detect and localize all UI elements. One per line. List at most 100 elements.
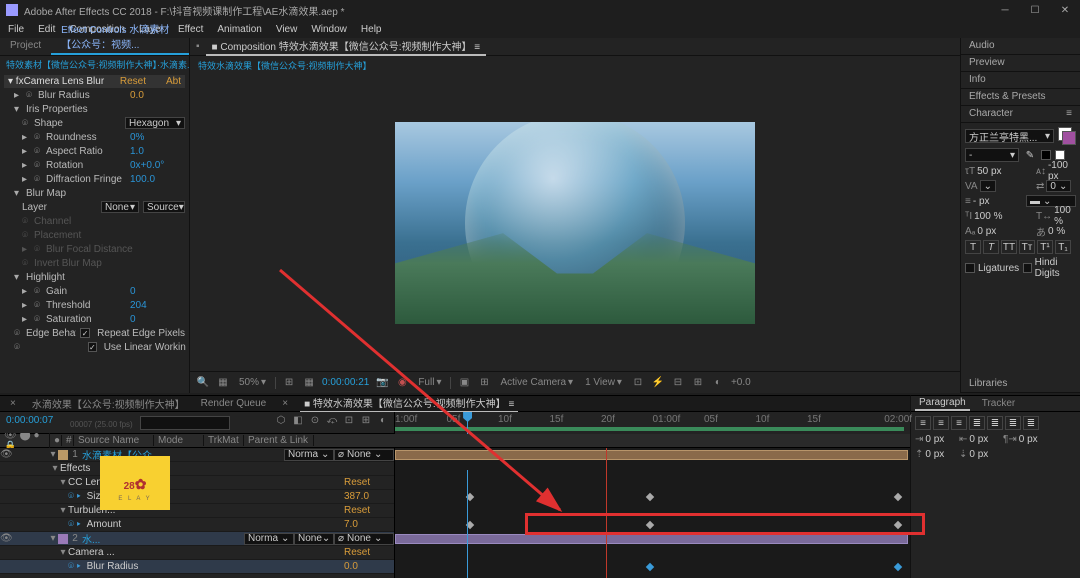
panel-menu-icon[interactable]: ≡	[1066, 108, 1072, 120]
justify-right[interactable]: ≣	[1005, 416, 1021, 430]
prop-diffraction[interactable]: Diffraction Fringe	[46, 174, 126, 185]
prop-shape[interactable]: Shape	[34, 118, 121, 129]
prop-saturation[interactable]: Saturation	[46, 314, 126, 325]
tl-tab-3[interactable]: ■ 特效水滴效果【微信公众号:视频制作大神】 ≡	[300, 394, 518, 413]
snapshot-icon[interactable]: 📷	[375, 376, 389, 390]
val-aspect[interactable]: 1.0	[130, 146, 185, 157]
tl-icon-4[interactable]: ⤽	[325, 415, 339, 426]
tl-icon-6[interactable]: ⊞	[359, 415, 373, 426]
res-icon[interactable]: ⊞	[282, 376, 296, 390]
transparency-icon[interactable]: ▦	[302, 376, 316, 390]
swap-swatch[interactable]	[1041, 150, 1051, 160]
tab-info[interactable]: Info	[961, 72, 1080, 89]
font-dropdown[interactable]: 方正兰亭特黑...▾	[965, 129, 1054, 143]
chk-ligatures[interactable]	[965, 263, 975, 273]
fast-preview-icon[interactable]: ⚡	[651, 376, 665, 390]
menu-window[interactable]: Window	[311, 24, 347, 35]
menu-file[interactable]: File	[8, 24, 24, 35]
work-area[interactable]	[395, 427, 904, 431]
playhead[interactable]	[467, 412, 468, 434]
maximize-button[interactable]: ☐	[1020, 0, 1050, 20]
tl-tab-1[interactable]: 水滴效果【公众号:视频制作大神】	[28, 395, 189, 412]
select-shape[interactable]: Hexagon▾	[125, 117, 185, 129]
tab-tracker[interactable]: Tracker	[978, 397, 1020, 410]
col-trkmat[interactable]: TrkMat	[204, 435, 244, 446]
kerning-val[interactable]: ⌄	[980, 180, 996, 192]
time-ruler[interactable]: 1:00f 05f 10f 15f 20f 01:00f 05f 10f 15f…	[395, 412, 910, 434]
stroke-width[interactable]: - px	[973, 196, 990, 207]
menu-view[interactable]: View	[276, 24, 298, 35]
guides-icon[interactable]: ⊞	[477, 376, 491, 390]
val-saturation[interactable]: 0	[130, 314, 185, 325]
select-source[interactable]: Source▾	[143, 201, 185, 213]
magnify-icon[interactable]: 🔍	[196, 376, 210, 390]
quality-dropdown[interactable]: Full▾	[415, 377, 444, 388]
comp-tab[interactable]: ■ Composition 特效水滴效果【微信公众号:视频制作大神】 ≡	[206, 37, 487, 56]
col-parent[interactable]: Parent & Link	[244, 435, 314, 446]
tl-icon-1[interactable]: ⬡	[274, 415, 288, 426]
prop-camera-blur-radius[interactable]: ⌾ ▸Blur Radius0.0	[0, 560, 394, 574]
effect-cclens[interactable]: ▾CC LensReset	[0, 476, 394, 490]
superscript-button[interactable]: T¹	[1037, 240, 1053, 254]
effect-camera-lens[interactable]: ▾Camera ...Reset	[0, 546, 394, 560]
val-diffraction[interactable]: 100.0	[130, 174, 185, 185]
select-layer[interactable]: None▾	[101, 201, 139, 213]
chk-repeat-edge[interactable]: ✓	[80, 328, 90, 338]
flowchart-icon[interactable]: ⊞	[691, 376, 705, 390]
prop-rotation[interactable]: Rotation	[46, 160, 126, 171]
chk-linear[interactable]: ✓	[88, 342, 97, 352]
tl-icon-5[interactable]: ⊡	[342, 415, 356, 426]
layer2-trkmat[interactable]: None⌄	[294, 533, 334, 545]
tl-icon-3[interactable]: ⊙	[308, 415, 322, 426]
col-source[interactable]: Source Name	[74, 435, 154, 446]
align-left[interactable]: ≡	[915, 416, 931, 430]
prop-gain[interactable]: Gain	[46, 286, 126, 297]
comp-breadcrumb[interactable]: 特效水滴效果【微信公众号:视频制作大神】	[190, 56, 960, 75]
prop-highlight[interactable]: Highlight	[26, 272, 185, 283]
smallcaps-button[interactable]: Tᴛ	[1019, 240, 1035, 254]
views-dropdown[interactable]: 1 View▾	[582, 377, 625, 388]
ec-reset[interactable]: Reset	[120, 76, 146, 87]
leading[interactable]: -100 px	[1048, 160, 1076, 182]
italic-button[interactable]: T	[983, 240, 999, 254]
prop-turb-amount[interactable]: ⌾ ▸Amount7.0	[0, 518, 394, 532]
zoom-dropdown[interactable]: 50%▾	[236, 377, 269, 388]
prop-blur-radius[interactable]: Blur Radius	[38, 90, 126, 101]
ec-effect-header[interactable]: ▾ fx Camera Lens Blur Reset Abt	[4, 75, 185, 88]
ec-layer-crumb[interactable]: 特效素材【微信公众号:视频制作大神】·水滴素...	[0, 56, 189, 73]
indent-first[interactable]: 0 px	[1019, 434, 1038, 445]
tab-project[interactable]: Project	[0, 38, 51, 55]
bold-button[interactable]: T	[965, 240, 981, 254]
close-button[interactable]: ✕	[1050, 0, 1080, 20]
hscale[interactable]: 100 %	[1054, 205, 1076, 227]
ec-about[interactable]: Abt	[166, 76, 181, 87]
menu-help[interactable]: Help	[361, 24, 382, 35]
composition-viewer[interactable]	[190, 75, 960, 371]
tab-paragraph[interactable]: Paragraph	[915, 396, 970, 411]
prop-threshold[interactable]: Threshold	[46, 300, 126, 311]
timeline-icon[interactable]: ⊟	[671, 376, 685, 390]
align-right[interactable]: ≡	[951, 416, 967, 430]
layer1-mode[interactable]: Norma⌄	[284, 449, 334, 461]
justify-center[interactable]: ≣	[987, 416, 1003, 430]
indent-right[interactable]: 0 px	[969, 434, 988, 445]
val-rotation[interactable]: 0x+0.0°	[130, 160, 185, 171]
justify-left[interactable]: ≣	[969, 416, 985, 430]
tab-character[interactable]: Character	[969, 108, 1013, 120]
prop-edge[interactable]: Edge Behavior	[26, 328, 76, 339]
tl-tab-renderqueue[interactable]: Render Queue	[197, 397, 271, 410]
prop-aspect[interactable]: Aspect Ratio	[46, 146, 126, 157]
roi-icon[interactable]: ▣	[457, 376, 471, 390]
subscript-button[interactable]: T₁	[1055, 240, 1071, 254]
vscale[interactable]: 100 %	[974, 211, 1002, 222]
allcaps-button[interactable]: TT	[1001, 240, 1017, 254]
tl-icon-2[interactable]: ◧	[291, 415, 305, 426]
exposure-reset-icon[interactable]: ◐	[711, 376, 725, 390]
col-mode[interactable]: Mode	[154, 435, 204, 446]
chk-hindi[interactable]	[1023, 263, 1032, 273]
grid-icon[interactable]: ▦	[216, 376, 230, 390]
layer2-mode[interactable]: Norma⌄	[244, 533, 294, 545]
layer-1[interactable]: 👁 ▾1 水滴素材【公众... Norma⌄ ⌀ None⌄	[0, 448, 394, 462]
prop-cclens-size[interactable]: ⌾ ▸Size387.0	[0, 490, 394, 504]
minimize-button[interactable]: ─	[990, 0, 1020, 20]
